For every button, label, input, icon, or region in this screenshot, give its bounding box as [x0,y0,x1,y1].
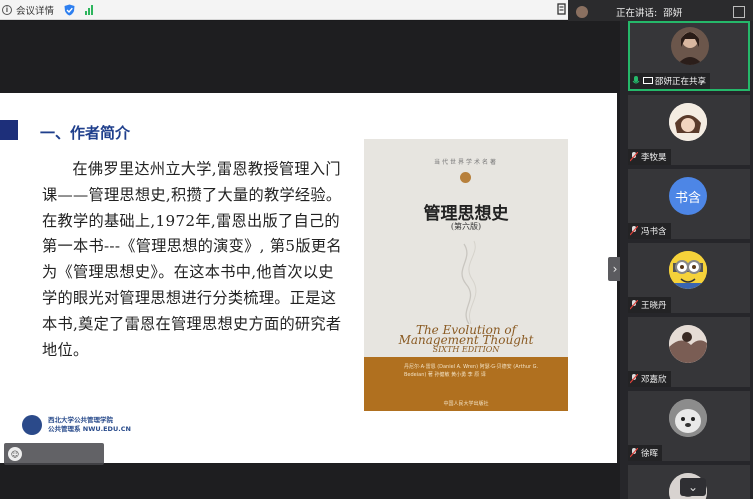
watermark-text: 西北大学公共管理学院 公共管理系 NWU.EDU.CN [48,416,131,434]
slide-paragraph: 在佛罗里达州立大学,雷恩教授管理入门课——管理思想史,积攒了大量的教学经验。在教… [42,160,342,359]
close-sharing-icon[interactable] [557,3,566,15]
participant-tile[interactable]: 邓嘉欣 [628,317,750,387]
watermark-line2: 公共管理系 NWU.EDU.CN [48,425,131,433]
meeting-window: i 会议详情 正在讲话: 邵妍 一、作者简介 在佛罗里达州立大学,雷恩教授管理入… [0,0,753,499]
participants-panel[interactable]: 邵妍正在共享 李牧昊 书含 冯书含 王晓丹 邓嘉欣 徐晖 [620,21,753,499]
mic-on-icon [632,76,640,84]
participant-tile[interactable]: 徐晖 [628,391,750,461]
mic-muted-icon [630,226,638,236]
participant-tile[interactable]: 李牧昊 [628,95,750,165]
network-signal-icon[interactable] [85,4,93,15]
book-series: 当代世界学术名著 [433,159,498,166]
speaking-label: 正在讲话: [616,8,658,19]
speaker-mic-icon: ☺ [8,447,22,461]
mic-muted-icon [630,152,638,162]
participant-tile[interactable]: 邵妍正在共享 [628,21,750,91]
school-watermark: 西北大学公共管理学院 公共管理系 NWU.EDU.CN [22,413,131,437]
book-bottom-band: 丹尼尔·A·雷恩 (Daniel A. Wren) 阿瑟·G·贝德安 (Arth… [364,357,568,411]
participant-name: 李牧昊 [641,153,667,163]
chevron-down-icon[interactable]: ⌄ [680,478,706,496]
speaker-avatar [576,6,588,18]
participant-name: 邵妍正在共享 [655,77,707,87]
screen-share-icon [643,77,653,84]
presentation-slide: 一、作者简介 在佛罗里达州立大学,雷恩教授管理入门课——管理思想史,积攒了大量的… [0,93,617,463]
participant-tile[interactable]: 王晓丹 [628,243,750,313]
participant-name-bar: 冯书含 [628,223,671,239]
participant-name-bar: 邵妍正在共享 [630,73,711,89]
voice-status-toast[interactable]: ☺ [4,443,104,465]
meeting-info-button[interactable]: i 会议详情 [0,0,54,20]
participant-avatar: 书含 [669,177,707,215]
slide-heading: 一、作者简介 [40,124,131,142]
participant-name: 邓嘉欣 [641,375,667,385]
shared-screen-area: 一、作者简介 在佛罗里达州立大学,雷恩教授管理入门课——管理思想史,积攒了大量的… [0,21,622,499]
book-english-edition: SIXTH EDITION [432,345,500,354]
mic-muted-icon [630,448,638,458]
school-logo-icon [22,415,42,435]
participant-avatar [671,27,709,65]
book-cover-image: 当代世界学术名著 管理思想史 (第六版) The Evolution of Ma… [364,139,568,411]
mic-muted-icon [630,300,638,310]
book-english-title: The Evolution of Management Thought SIXT… [364,324,568,355]
speaker-name: 邵妍 [663,8,683,19]
participant-name: 王晓丹 [641,301,667,311]
fullscreen-icon[interactable] [733,6,745,18]
participant-avatar [669,103,707,141]
participant-name: 徐晖 [641,449,659,459]
participant-name-bar: 王晓丹 [628,297,671,313]
watermark-line1: 西北大学公共管理学院 [48,416,113,424]
participant-name-bar: 邓嘉欣 [628,371,671,387]
participant-avatar [669,251,707,289]
heading-marker [0,120,18,140]
meeting-info-label: 会议详情 [16,6,55,17]
book-publisher: 中国人民大学出版社 [443,401,489,407]
book-edition: (第六版) [450,222,482,231]
shield-icon[interactable] [64,4,75,16]
book-authors: 丹尼尔·A·雷恩 (Daniel A. Wren) 阿瑟·G·贝德安 (Arth… [404,364,539,378]
mic-muted-icon [630,374,638,384]
book-seal-icon [460,172,471,183]
participant-tile[interactable]: 书含 冯书含 [628,169,750,239]
participant-name: 冯书含 [641,227,667,237]
participant-name-bar: 李牧昊 [628,149,671,165]
info-icon: i [2,5,12,15]
participant-avatar [669,325,707,363]
participant-name-bar: 徐晖 [628,445,663,461]
smoke-illustration [461,240,477,324]
participant-avatar [669,399,707,437]
